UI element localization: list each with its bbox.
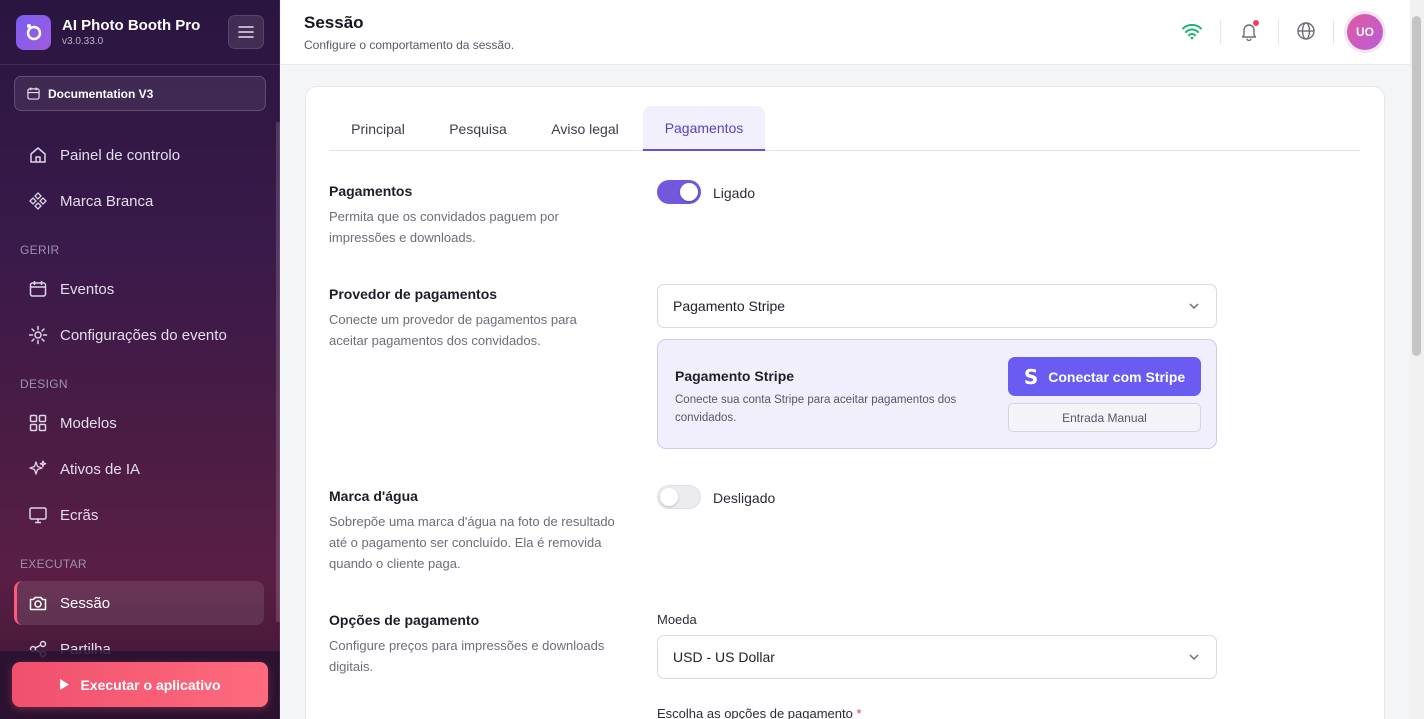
app-name: AI Photo Booth Pro — [62, 17, 201, 34]
divider — [1333, 20, 1334, 44]
wifi-status[interactable] — [1179, 18, 1205, 44]
stripe-logo-icon: S — [1023, 364, 1039, 389]
payments-toggle[interactable] — [657, 180, 701, 204]
currency-label: Moeda — [657, 612, 697, 627]
tab-bar: Principal Pesquisa Aviso legal Pagamento… — [329, 106, 1360, 151]
required-mark: * — [856, 706, 862, 719]
sidebar: AI Photo Booth Pro v3.0.33.0 Documentati… — [0, 0, 280, 719]
manual-entry-button[interactable]: Entrada Manual — [1008, 403, 1201, 432]
page-subtitle: Configure o comportamento da sessão. — [304, 38, 515, 52]
sidebar-item-white-label[interactable]: Marca Branca — [14, 179, 264, 223]
menu-toggle-button[interactable] — [228, 15, 264, 49]
tab-pesquisa[interactable]: Pesquisa — [431, 106, 525, 151]
run-app-label: Executar o aplicativo — [80, 676, 221, 693]
globe-icon — [1297, 22, 1315, 40]
divider — [0, 64, 280, 65]
sidebar-item-label: Ecrãs — [60, 506, 99, 524]
wifi-icon — [1182, 23, 1202, 40]
workspace-label: Documentation V3 — [48, 86, 154, 101]
sidebar-item-events[interactable]: Eventos — [14, 267, 264, 311]
sidebar-item-label: Eventos — [60, 280, 115, 298]
diamond-grid-icon — [29, 192, 47, 210]
gear-icon — [28, 325, 48, 345]
provider-select-value: Pagamento Stripe — [673, 298, 786, 314]
provider-label: Provedor de pagamentos — [329, 286, 498, 302]
home-icon — [30, 147, 46, 163]
sparkles-icon — [29, 460, 47, 475]
sidebar-item-label: Modelos — [60, 414, 117, 432]
notifications-button[interactable] — [1236, 18, 1262, 44]
watermark-label: Marca d'água — [329, 488, 418, 504]
connect-stripe-label: Conectar com Stripe — [1048, 368, 1186, 385]
sidebar-item-dashboard[interactable]: Painel de controlo — [14, 133, 264, 177]
divider — [1278, 20, 1279, 44]
app-logo-icon — [16, 14, 51, 50]
currency-select-value: USD - US Dollar — [673, 649, 775, 665]
sidebar-item-screens[interactable]: Ecrãs — [14, 493, 264, 537]
watermark-toggle-label: Desligado — [713, 490, 776, 506]
top-header: Sessão Configure o comportamento da sess… — [281, 0, 1410, 65]
provider-select[interactable]: Pagamento Stripe — [657, 284, 1217, 328]
language-button[interactable] — [1293, 18, 1319, 44]
play-icon — [60, 679, 70, 690]
sidebar-item-label: Ativos de IA — [60, 460, 141, 478]
brand: AI Photo Booth Pro v3.0.33.0 — [16, 14, 200, 50]
sidebar-item-ai-assets[interactable]: Ativos de IA — [14, 447, 264, 491]
run-app-button[interactable]: Executar o aplicativo — [12, 662, 268, 707]
monitor-icon — [29, 507, 47, 524]
watermark-description: Sobrepõe uma marca d'água na foto de res… — [329, 514, 615, 571]
choose-options-text: Escolha as opções de pagamento — [657, 706, 853, 719]
sidebar-item-label: Configurações do evento — [60, 326, 227, 344]
stripe-panel: Pagamento Stripe Conecte sua conta Strip… — [657, 339, 1217, 449]
camera-icon — [29, 596, 47, 611]
payments-toggle-label: Ligado — [713, 185, 756, 201]
payment-options-label: Opções de pagamento — [329, 612, 480, 628]
toggle-knob — [680, 183, 698, 201]
toggle-knob — [660, 488, 678, 506]
sidebar-item-label: Painel de controlo — [60, 146, 181, 164]
page-title: Sessão — [304, 13, 364, 32]
payments-description: Permita que os convidados paguem por imp… — [329, 209, 559, 245]
connect-stripe-button[interactable]: S Conectar com Stripe — [1008, 357, 1201, 396]
tab-principal[interactable]: Principal — [329, 106, 427, 151]
sidebar-item-templates[interactable]: Modelos — [14, 401, 264, 445]
sidebar-item-session[interactable]: Sessão — [14, 581, 264, 625]
sidebar-scrollbar[interactable] — [276, 122, 280, 622]
provider-description: Conecte um provedor de pagamentos para a… — [329, 312, 577, 348]
app-version: v3.0.33.0 — [62, 36, 104, 47]
chevron-down-icon — [1189, 654, 1199, 661]
choose-options-label: Escolha as opções de pagamento * — [657, 706, 862, 719]
stripe-panel-description: Conecte sua conta Stripe para aceitar pa… — [675, 394, 957, 424]
currency-select[interactable]: USD - US Dollar — [657, 635, 1217, 679]
section-design: DESIGN — [20, 377, 68, 391]
section-run: EXECUTAR — [20, 557, 87, 571]
notification-dot — [1253, 20, 1259, 26]
tab-aviso-legal[interactable]: Aviso legal — [529, 106, 641, 151]
stripe-panel-title: Pagamento Stripe — [675, 368, 795, 384]
grid-icon — [29, 414, 47, 432]
calendar-icon — [29, 281, 47, 297]
chevron-down-icon — [1189, 303, 1199, 310]
watermark-toggle[interactable] — [657, 485, 701, 509]
hamburger-icon — [238, 26, 254, 38]
calendar-icon — [27, 87, 40, 100]
page-scrollbar[interactable] — [1412, 16, 1421, 356]
avatar[interactable]: UO — [1347, 14, 1383, 50]
divider — [1220, 20, 1221, 44]
tab-pagamentos[interactable]: Pagamentos — [643, 106, 765, 151]
workspace-selector[interactable]: Documentation V3 — [14, 76, 266, 111]
sidebar-item-label: Marca Branca — [60, 192, 154, 210]
sidebar-item-label: Sessão — [60, 594, 111, 612]
sidebar-item-event-settings[interactable]: Configurações do evento — [14, 313, 264, 357]
payment-options-description: Configure preços para impressões e downl… — [329, 638, 605, 674]
section-manage: GERIR — [20, 243, 60, 257]
payments-label: Pagamentos — [329, 183, 413, 199]
